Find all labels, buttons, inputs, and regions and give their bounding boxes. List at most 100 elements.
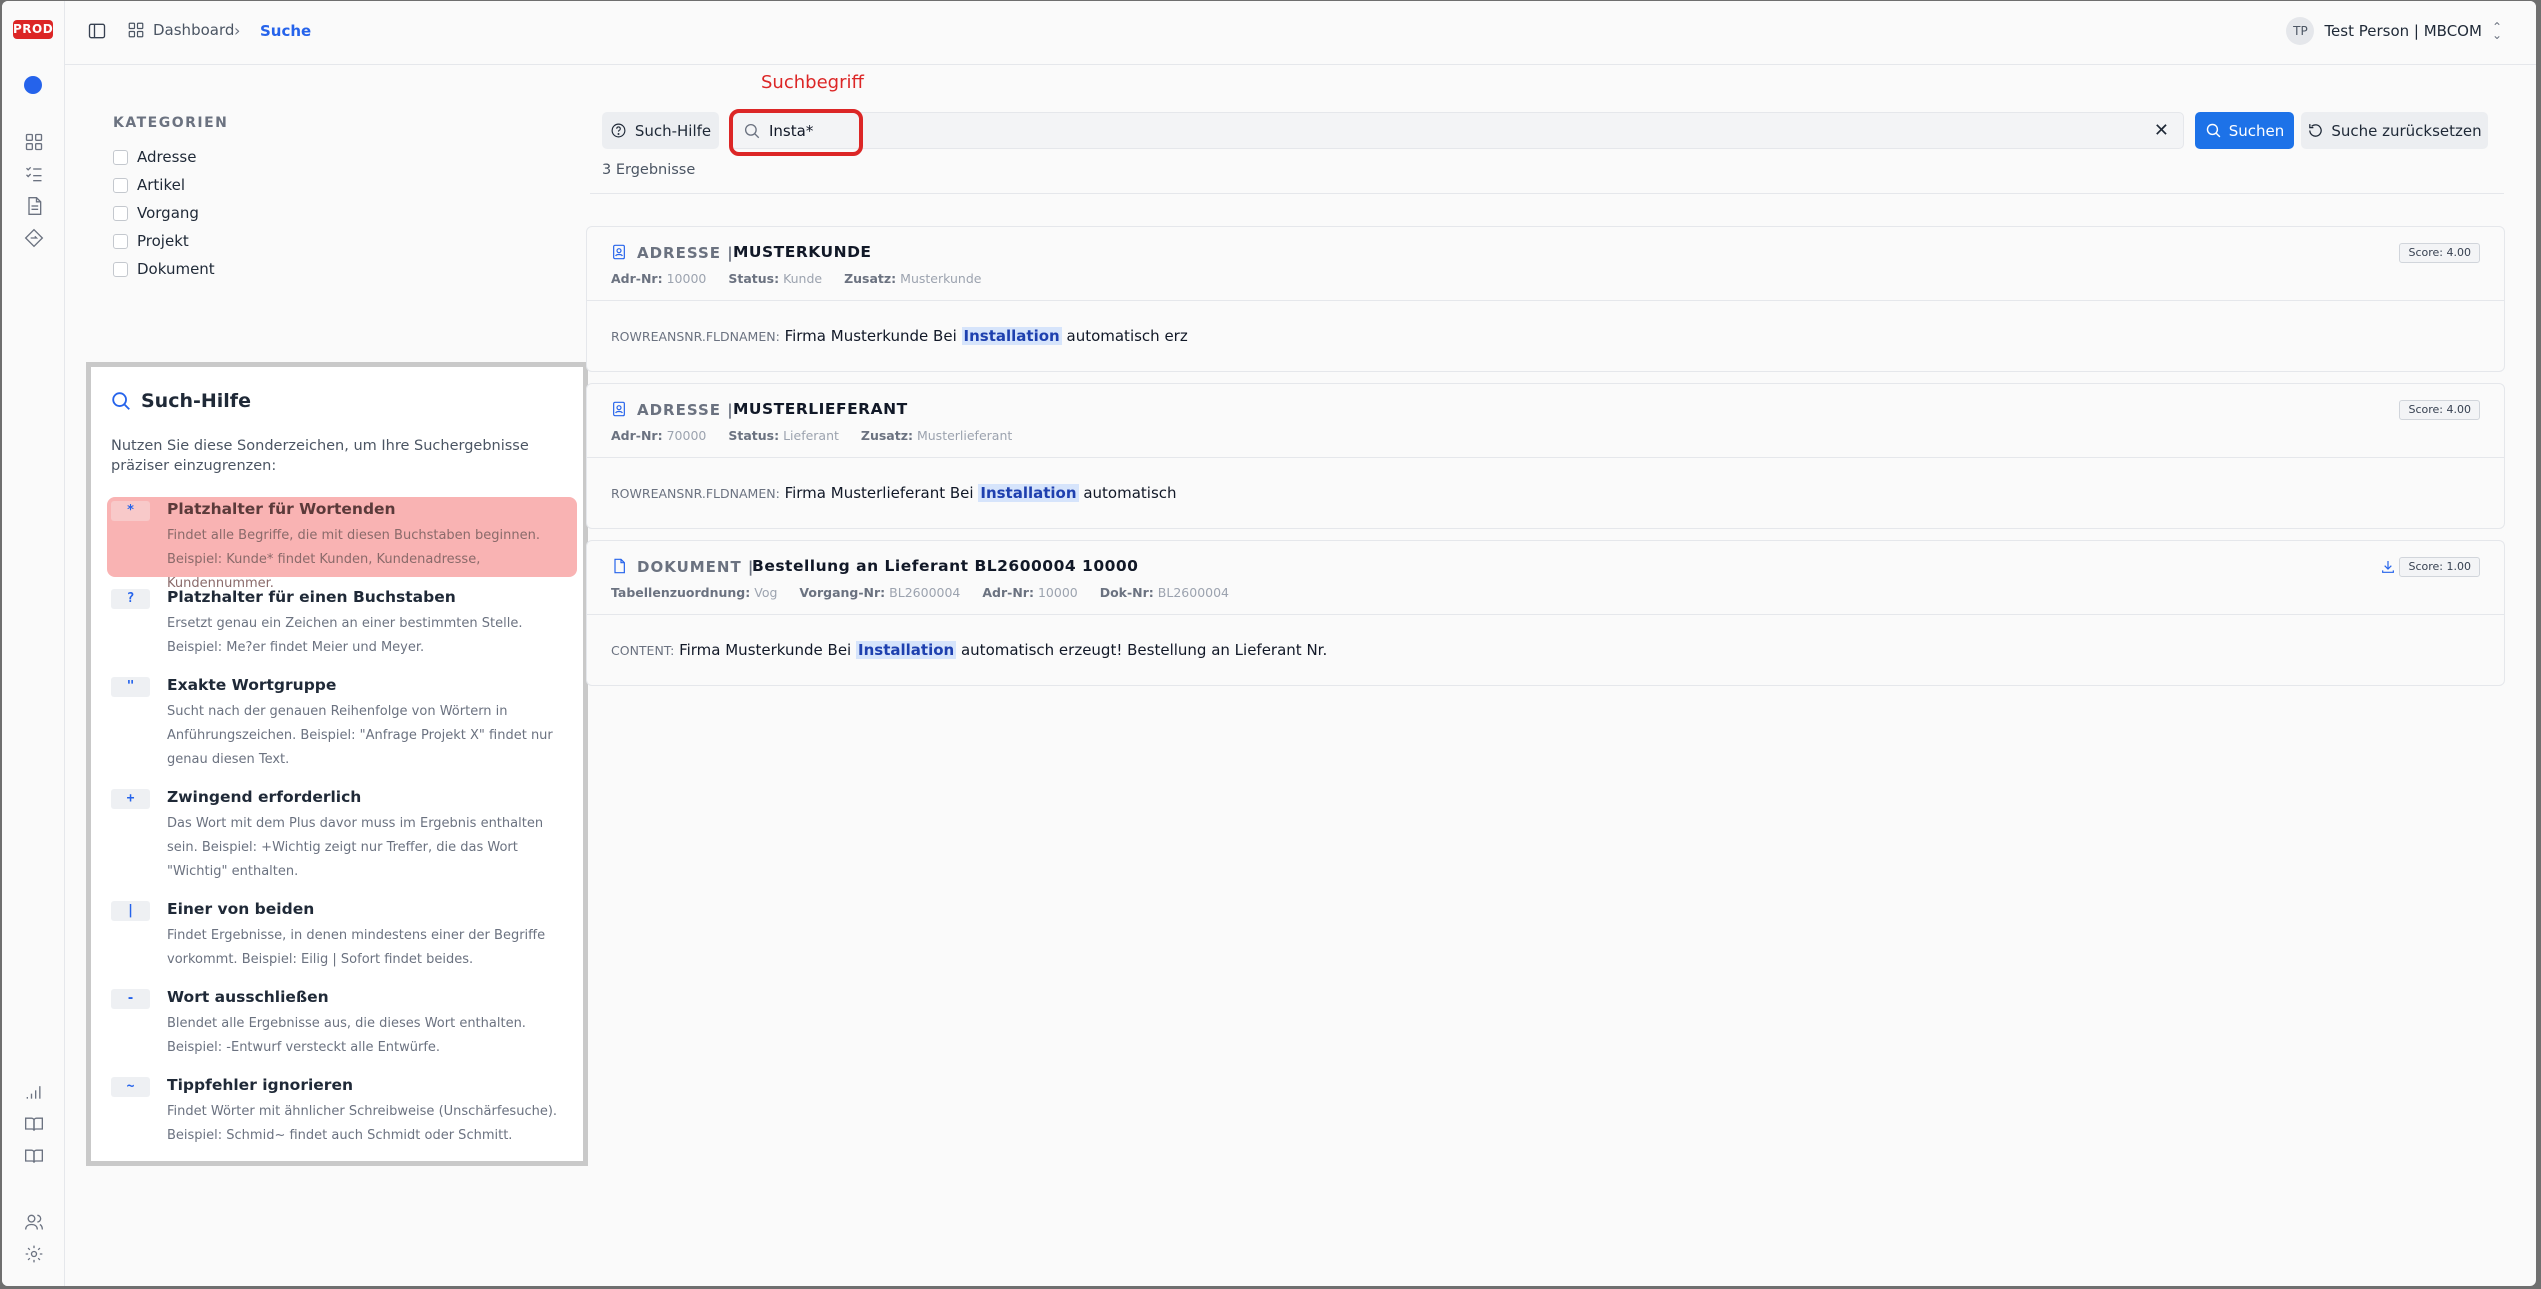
settings-gear-icon[interactable]	[22, 1242, 46, 1266]
breadcrumb-dashboard[interactable]: Dashboard	[127, 21, 234, 39]
dashboard-icon	[128, 22, 144, 38]
dashboard-grid-icon[interactable]	[22, 130, 46, 154]
search-icon	[744, 123, 760, 139]
result-meta: Adr-Nr: 70000 Status: Lieferant Zusatz: …	[611, 428, 1013, 443]
search-button[interactable]: Suchen	[2195, 112, 2294, 149]
help-item-desc: Findet alle Begriffe, die mit diesen Buc…	[167, 528, 540, 591]
help-key: *	[111, 501, 150, 521]
clear-icon[interactable]: ✕	[2154, 120, 2169, 141]
result-snippet: ROWREANSNR.FLDNAMEN: Firma Musterliefera…	[611, 484, 1177, 502]
book-icon[interactable]	[22, 1112, 46, 1136]
manual-book-icon[interactable]	[22, 1144, 46, 1168]
result-card-header: DOKUMENT | Bestellung an Lieferant BL260…	[587, 541, 2504, 615]
signal-chart-icon[interactable]	[22, 1080, 46, 1104]
result-type: ADRESSE |	[637, 244, 734, 262]
users-icon[interactable]	[22, 1210, 46, 1234]
category-adresse[interactable]: Adresse	[113, 143, 215, 171]
search-icon	[2206, 123, 2221, 138]
breadcrumb-dashboard-label: Dashboard	[153, 21, 235, 39]
search-help-panel: Such-Hilfe Nutzen Sie diese Sonderzeiche…	[86, 362, 588, 1166]
score-badge: Score: 1.00	[2399, 557, 2480, 577]
help-item-desc: Findet Wörter mit ähnlicher Schreibweise…	[167, 1104, 558, 1143]
help-key: -	[111, 989, 150, 1009]
help-item-name: Wort ausschließen	[167, 988, 329, 1006]
document-icon[interactable]	[22, 194, 46, 218]
help-key: |	[111, 901, 150, 921]
help-intro: Nutzen Sie diese Sonderzeichen, um Ihre …	[111, 438, 529, 474]
result-meta: Adr-Nr: 10000 Status: Kunde Zusatz: Must…	[611, 271, 982, 286]
left-rail: PROD	[2, 1, 65, 1286]
category-label: Adresse	[137, 148, 197, 166]
chevron-right-icon: ›	[234, 21, 241, 40]
address-book-icon	[611, 244, 627, 260]
result-card[interactable]: ADRESSE | MUSTERLIEFERANT Adr-Nr: 70000 …	[586, 383, 2505, 529]
help-item-name: Tippfehler ignorieren	[167, 1076, 353, 1094]
checkbox[interactable]	[113, 177, 128, 193]
task-list-icon[interactable]	[22, 162, 46, 186]
top-bar: Dashboard › Suche TP Test Person | MBCOM…	[65, 1, 2536, 65]
category-label: Projekt	[137, 232, 189, 250]
help-item-desc: Findet Ergebnisse, in denen mindestens e…	[167, 928, 546, 967]
score-badge: Score: 4.00	[2399, 400, 2480, 420]
result-title[interactable]: MUSTERKUNDE	[733, 243, 872, 261]
help-item-desc: Das Wort mit dem Plus davor muss im Erge…	[167, 816, 544, 879]
match-highlight: Installation	[961, 327, 1062, 345]
category-filter-list: Adresse Artikel Vorgang Projekt Dokument	[113, 143, 215, 283]
categories-title: KATEGORIEN	[113, 115, 229, 131]
result-card-header: ADRESSE | MUSTERLIEFERANT Adr-Nr: 70000 …	[587, 384, 2504, 458]
checkbox[interactable]	[113, 233, 128, 249]
result-snippet: CONTENT: Firma Musterkunde Bei Installat…	[611, 641, 1328, 659]
help-item-name: Exakte Wortgruppe	[167, 676, 337, 694]
help-key: ~	[111, 1077, 150, 1097]
help-circle-icon	[611, 123, 626, 138]
result-card[interactable]: ADRESSE | MUSTERKUNDE Adr-Nr: 10000 Stat…	[586, 226, 2505, 372]
sidebar-toggle-icon[interactable]	[87, 21, 109, 43]
category-label: Dokument	[137, 260, 215, 278]
checkbox[interactable]	[113, 205, 128, 221]
result-title[interactable]: Bestellung an Lieferant BL2600004 10000	[752, 557, 1138, 575]
breadcrumb-current: Suche	[260, 22, 312, 40]
reset-button-label: Suche zurücksetzen	[2331, 121, 2482, 140]
search-help-button[interactable]: Such-Hilfe	[602, 112, 719, 149]
category-label: Vorgang	[137, 204, 199, 222]
checkbox[interactable]	[113, 149, 128, 165]
avatar: TP	[2286, 17, 2315, 45]
result-card[interactable]: DOKUMENT | Bestellung an Lieferant BL260…	[586, 540, 2505, 686]
annotation-label: Suchbegriff	[761, 72, 864, 93]
category-vorgang[interactable]: Vorgang	[113, 199, 215, 227]
download-icon[interactable]	[2380, 559, 2396, 575]
result-card-header: ADRESSE | MUSTERKUNDE Adr-Nr: 10000 Stat…	[587, 227, 2504, 301]
result-snippet: ROWREANSNR.FLDNAMEN: Firma Musterkunde B…	[611, 327, 1188, 345]
search-button-label: Suchen	[2228, 121, 2285, 140]
category-dokument[interactable]: Dokument	[113, 255, 215, 283]
category-artikel[interactable]: Artikel	[113, 171, 215, 199]
result-title[interactable]: MUSTERLIEFERANT	[733, 400, 908, 418]
document-icon	[611, 558, 627, 574]
help-item-name: Einer von beiden	[167, 900, 315, 918]
workflow-icon[interactable]	[22, 226, 46, 250]
match-highlight: Installation	[978, 484, 1079, 502]
category-label: Artikel	[137, 176, 186, 194]
search-input-wrapper[interactable]: ✕	[730, 112, 2184, 149]
divider	[590, 193, 2504, 194]
search-icon	[112, 392, 130, 410]
category-projekt[interactable]: Projekt	[113, 227, 215, 255]
help-key: +	[111, 789, 150, 809]
reset-search-button[interactable]: Suche zurücksetzen	[2301, 112, 2488, 149]
help-item-desc: Sucht nach der genauen Reihenfolge von W…	[167, 704, 553, 767]
help-key: ?	[111, 589, 150, 609]
chevron-up-down-icon: ⌃ ⌄	[2491, 20, 2502, 42]
environment-badge: PROD	[13, 20, 53, 39]
help-item-desc: Ersetzt genau ein Zeichen an einer besti…	[167, 616, 523, 655]
result-type: ADRESSE |	[637, 401, 734, 419]
search-input[interactable]	[769, 118, 2119, 144]
help-title: Such-Hilfe	[141, 390, 251, 412]
address-book-icon	[611, 401, 627, 417]
help-header: Such-Hilfe	[110, 390, 251, 412]
help-item-name: Platzhalter für Wortenden	[167, 500, 396, 518]
status-indicator	[24, 76, 42, 94]
user-menu[interactable]: TP Test Person | MBCOM ⌃ ⌄	[2286, 17, 2502, 45]
checkbox[interactable]	[113, 261, 128, 277]
app-window: PROD Dashboard › Suche TP Test Person | …	[2, 1, 2536, 1286]
result-meta: Tabellenzuordnung: Vog Vorgang-Nr: BL260…	[611, 585, 1230, 600]
